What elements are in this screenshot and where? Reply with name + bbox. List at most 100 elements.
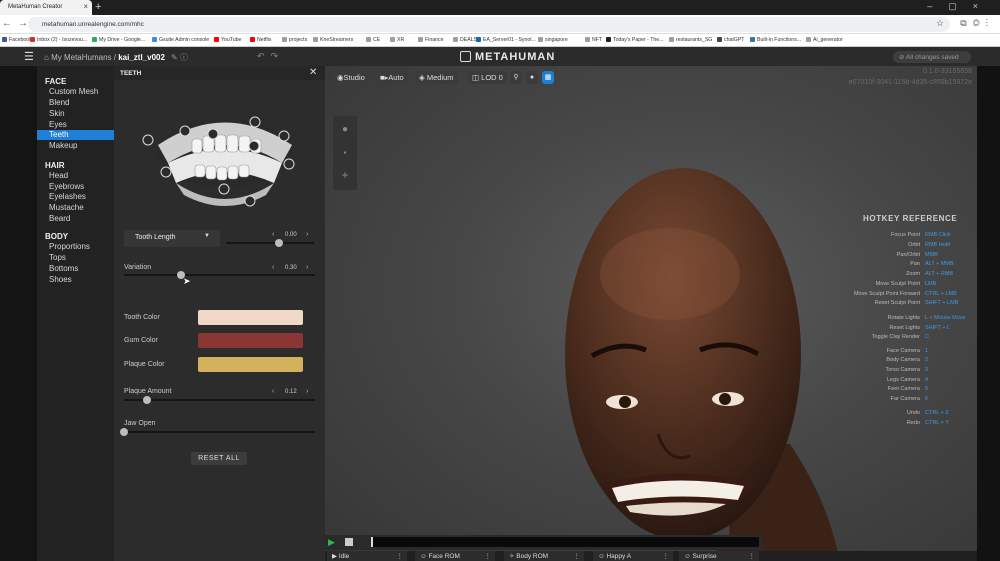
variation-slider[interactable] (124, 271, 315, 279)
bookmark-item[interactable]: Netflix (250, 37, 271, 43)
animation-preset-happy-a[interactable]: ☺ Happy A ⋮ (593, 551, 673, 561)
bookmark-item[interactable]: NFT (585, 37, 602, 43)
bookmark-item[interactable]: restaurants_SG (669, 37, 712, 43)
bookmark-item[interactable]: My Drive - Google... (92, 37, 145, 43)
sidebar-item-tops[interactable]: Tops (37, 253, 114, 263)
sidebar-item-mustache[interactable]: Mustache (37, 203, 114, 213)
hotkey-keys: C (925, 334, 929, 340)
timeline-scrubber[interactable] (371, 537, 759, 547)
bookmark-item[interactable]: Facebook (2, 37, 32, 43)
bookmark-item[interactable]: YouTube (214, 37, 241, 43)
3d-viewport[interactable]: ◉Studio ■▸Auto ◈ Medium ◫ LOD 0 ⚲ ● ▦ 0.… (325, 66, 977, 561)
more-options-icon[interactable]: ⋮ (663, 551, 670, 561)
bookmark-item[interactable]: CE (366, 37, 380, 43)
more-options-icon[interactable]: ⋮ (574, 551, 581, 561)
bookmark-item[interactable]: XR (390, 37, 404, 43)
face-sculpt-icon[interactable]: ● (333, 124, 357, 135)
tooth-length-slider[interactable] (226, 239, 314, 247)
breadcrumb-my-metahumans[interactable]: My MetaHumans (51, 53, 111, 62)
bookmark-item[interactable]: DEALS (453, 37, 477, 43)
character-name[interactable]: kai_ztl_v002 (118, 53, 165, 62)
sidebar-item-makeup[interactable]: Makeup (37, 141, 114, 151)
animation-preset-surprise[interactable]: ☺ Surprise ⋮ (679, 551, 759, 561)
hotkey-reference-icon[interactable]: ▦ (542, 71, 554, 84)
tooth-color-swatch[interactable] (198, 310, 303, 325)
animation-preset-face-rom[interactable]: ☺ Face ROM ⋮ (415, 551, 495, 561)
increment-icon[interactable]: › (306, 231, 308, 238)
home-icon[interactable]: ⌂ (44, 53, 51, 62)
stop-icon[interactable] (345, 538, 353, 546)
bookmark-item[interactable]: Built-in Functions... (750, 37, 801, 43)
sidebar-item-eyes[interactable]: Eyes (37, 120, 114, 130)
hotkey-keys: SHIFT + L (925, 325, 951, 331)
sidebar-item-skin[interactable]: Skin (37, 109, 114, 119)
reset-all-button[interactable]: RESET ALL (191, 452, 247, 465)
decrement-icon[interactable]: ‹ (272, 264, 274, 271)
decrement-icon[interactable]: ‹ (272, 231, 274, 238)
slider-knob[interactable] (120, 428, 128, 436)
bookmark-item[interactable]: chatGPT (717, 37, 744, 43)
url-input[interactable]: metahuman.unrealengine.com/mhc ☆ (28, 17, 950, 32)
region-sculpt-icon[interactable]: ▪ (333, 148, 357, 157)
close-icon[interactable]: ✕ (309, 67, 317, 78)
breadcrumb: ⌂ My MetaHumans / kai_ztl_v002 ✎ ⓘ (44, 52, 188, 63)
sidebar-item-shoes[interactable]: Shoes (37, 275, 114, 285)
browser-tab[interactable]: MetaHuman Creator × (0, 0, 92, 15)
bookmark-item[interactable]: Gsuite Admin console (152, 37, 209, 43)
playhead[interactable] (371, 537, 373, 547)
sidebar-item-eyebrows[interactable]: Eyebrows (37, 182, 114, 192)
gum-color-swatch[interactable] (198, 333, 303, 348)
lod-button[interactable]: ◫ LOD 0 (468, 71, 507, 84)
close-tab-icon[interactable]: × (83, 2, 88, 11)
plaque-color-swatch[interactable] (198, 357, 303, 372)
menu-icon[interactable]: ☰ (24, 50, 34, 63)
plaque-amount-slider[interactable] (124, 396, 315, 404)
bookmark-item[interactable]: KneStreamers (313, 37, 353, 43)
extensions-icon[interactable]: ⧉◎⋮ (960, 18, 994, 29)
sidebar-item-eyelashes[interactable]: Eyelashes (37, 192, 114, 202)
studio-lighting-button[interactable]: ◉Studio (333, 71, 369, 84)
sidebar-item-custom-mesh[interactable]: Custom Mesh (37, 87, 114, 97)
gum-color-label: Gum Color (124, 337, 158, 344)
bookmark-item[interactable]: Ai_generator (806, 37, 843, 43)
undo-redo-icons[interactable]: ↶↷ (257, 51, 284, 62)
sidebar-item-teeth[interactable]: Teeth (37, 130, 114, 140)
bookmark-star-icon[interactable]: ☆ (936, 18, 944, 29)
jaw-open-slider[interactable] (120, 428, 315, 436)
bookmark-item[interactable]: Today's Paper - The... (606, 37, 664, 43)
new-tab-icon[interactable]: + (95, 1, 101, 13)
bookmark-item[interactable]: singapore (538, 37, 568, 43)
window-controls[interactable]: –▢× (927, 1, 994, 12)
increment-icon[interactable]: › (306, 388, 308, 395)
morph-dropdown[interactable]: Tooth Length ▼ (124, 230, 220, 247)
sidebar-item-beard[interactable]: Beard (37, 214, 114, 224)
sidebar-section-face: FACE (45, 77, 67, 86)
link-icon[interactable]: ⚲ (510, 71, 522, 84)
hotkey-keys: ALT + MMB (925, 261, 954, 267)
sidebar-item-proportions[interactable]: Proportions (37, 242, 114, 252)
animation-preset-idle[interactable]: ▶ Idle ⋮ (327, 551, 407, 561)
bookmark-item[interactable]: Finance (418, 37, 443, 43)
bookmark-item[interactable]: projects (282, 37, 307, 43)
bookmark-item[interactable]: EA_Server01 - Synol... (476, 37, 536, 43)
animation-preset-body-rom[interactable]: ✧ Body ROM ⋮ (504, 551, 584, 561)
decrement-icon[interactable]: ‹ (272, 388, 274, 395)
add-icon[interactable]: + (333, 168, 357, 182)
more-options-icon[interactable]: ⋮ (397, 551, 404, 561)
teeth-preview[interactable] (140, 105, 310, 215)
sidebar-item-blend[interactable]: Blend (37, 98, 114, 108)
clay-render-icon[interactable]: ● (526, 71, 538, 84)
sidebar-item-head[interactable]: Head (37, 171, 114, 181)
quality-button[interactable]: ◈ Medium (415, 71, 458, 84)
play-icon[interactable]: ▶ (328, 537, 335, 548)
sidebar-item-bottoms[interactable]: Bottoms (37, 264, 114, 274)
bookmarks-bar: Facebook Inbox (2) - Isozevou... My Drive … (0, 34, 1000, 47)
bookmark-item[interactable]: Inbox (2) - Isozevou... (30, 37, 87, 43)
more-options-icon[interactable]: ⋮ (485, 551, 492, 561)
slider-knob[interactable] (142, 396, 151, 404)
increment-icon[interactable]: › (306, 264, 308, 271)
edit-icon[interactable]: ✎ ⓘ (171, 53, 188, 62)
auto-camera-button[interactable]: ■▸Auto (376, 71, 408, 84)
slider-knob[interactable] (274, 239, 283, 247)
more-options-icon[interactable]: ⋮ (749, 551, 756, 561)
